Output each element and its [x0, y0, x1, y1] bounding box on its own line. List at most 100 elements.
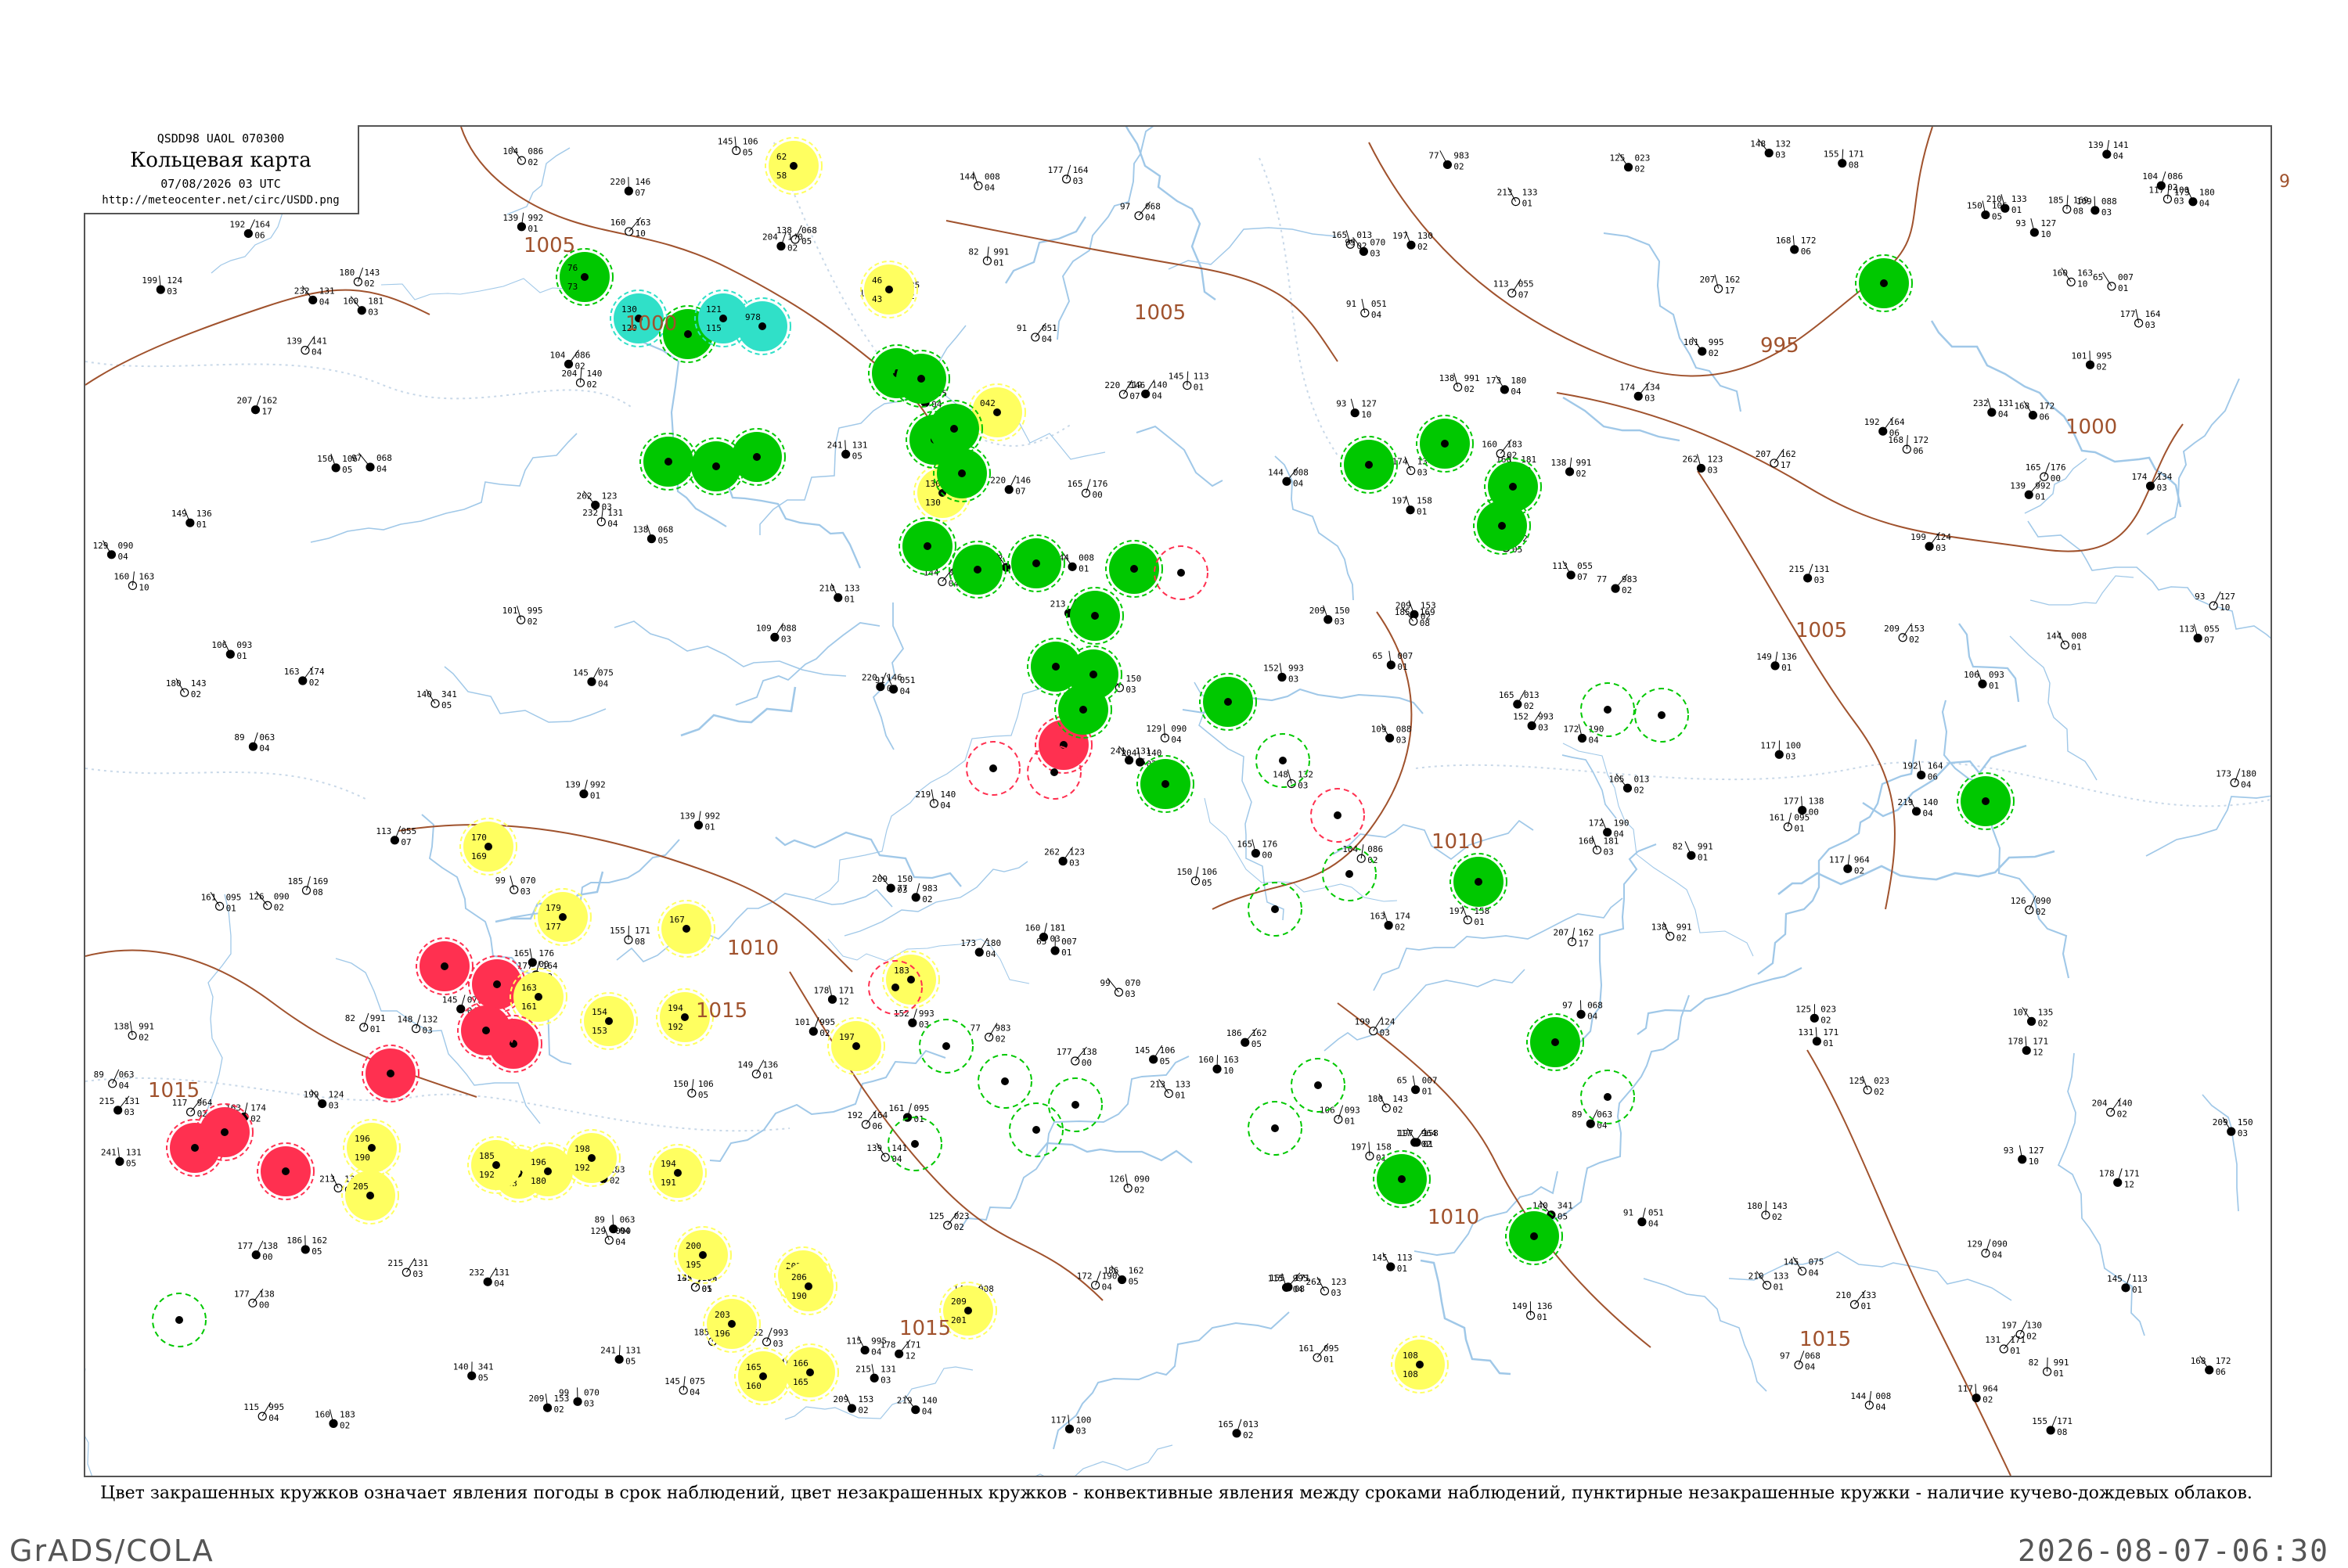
- station-model[interactable]: 7798302: [1597, 574, 1637, 595]
- station-model[interactable]: 19216406: [229, 219, 270, 240]
- station-model[interactable]: 9706804: [1562, 1000, 1603, 1021]
- station-model[interactable]: 20915003: [1309, 606, 1350, 627]
- station-model[interactable]: 11599504: [243, 1402, 284, 1423]
- station-model[interactable]: 14507504: [573, 667, 614, 689]
- station-circle-rain[interactable]: [1067, 588, 1123, 644]
- station-circle-shower_haze[interactable]: 197: [828, 1018, 884, 1074]
- station-circle-rain[interactable]: [1065, 646, 1122, 703]
- station-model[interactable]: 16016310: [1198, 1055, 1239, 1076]
- station-model[interactable]: 22014607: [610, 177, 650, 198]
- station-model[interactable]: 13999201: [2010, 480, 2051, 502]
- station-model[interactable]: 12609002: [2011, 896, 2051, 917]
- station-model[interactable]: 13117101: [1985, 1335, 2026, 1356]
- station-model[interactable]: 16817206: [2191, 1356, 2231, 1377]
- station-model[interactable]: 15517108: [2032, 1416, 2073, 1437]
- station-model[interactable]: 16109501: [201, 892, 242, 913]
- station-model[interactable]: 14510605: [718, 137, 758, 158]
- station-model[interactable]: 14400801: [2046, 631, 2087, 652]
- station-model[interactable]: 19216406: [1903, 761, 1943, 782]
- station-model[interactable]: 10408602: [550, 350, 591, 371]
- station-model[interactable]: 21914004: [1898, 797, 1939, 818]
- station-model[interactable]: 21013301: [1748, 1271, 1789, 1293]
- station-model[interactable]: 17716403: [1048, 165, 1089, 186]
- station-circle-rain[interactable]: [1341, 437, 1397, 493]
- station-circle-rain[interactable]: [1200, 674, 1256, 730]
- station-model[interactable]: 16817206: [2014, 401, 2054, 423]
- station-circle-rain[interactable]: [1417, 415, 1473, 472]
- station-model[interactable]: 14913601: [1512, 1301, 1553, 1322]
- station-circle-rain[interactable]: [1008, 535, 1064, 592]
- station-model[interactable]: 13117101: [1798, 1027, 1838, 1048]
- station-model[interactable]: 13999201: [679, 811, 720, 833]
- station-model[interactable]: 10408602: [502, 146, 543, 167]
- station-model[interactable]: 11305507: [1552, 561, 1593, 582]
- station-model[interactable]: 16016310: [113, 571, 154, 592]
- station-model[interactable]: 10609301: [1320, 1106, 1360, 1127]
- station-model[interactable]: 13899102: [113, 1021, 154, 1042]
- station-circle-rain[interactable]: [1049, 1078, 1102, 1131]
- station-model[interactable]: 17413403: [1619, 382, 1660, 403]
- station-model[interactable]: 8299101: [968, 246, 1009, 268]
- station-circle-rain[interactable]: [1291, 1059, 1345, 1112]
- station-model[interactable]: 11305507: [2179, 624, 2220, 645]
- station-model[interactable]: 20915003: [2213, 1117, 2253, 1138]
- station-model[interactable]: 9907003: [495, 876, 536, 897]
- station-model[interactable]: 9907003: [1100, 978, 1140, 999]
- station-model[interactable]: 12502302: [1795, 1004, 1836, 1025]
- station-model[interactable]: 16018302: [1482, 440, 1522, 461]
- source-url[interactable]: http://meteocenter.net/circ/USDD.png: [84, 194, 358, 207]
- station-model[interactable]: 12609002: [249, 891, 290, 912]
- station-model[interactable]: 17817112: [814, 985, 855, 1006]
- station-model[interactable]: 20716217: [1756, 449, 1796, 470]
- station-circle-rain[interactable]: [1485, 459, 1541, 515]
- station-model[interactable]: 19912403: [1355, 1017, 1395, 1038]
- station-model[interactable]: 14510605: [1135, 1045, 1176, 1066]
- station-model[interactable]: 17318004: [2216, 768, 2256, 789]
- station-model[interactable]: 11710003: [1760, 740, 1801, 761]
- station-model[interactable]: 18014302: [1747, 1201, 1788, 1222]
- station-model[interactable]: 23213104: [1973, 398, 2014, 419]
- station-model[interactable]: 19713002: [1392, 231, 1433, 252]
- station-model[interactable]: 13899102: [1439, 373, 1480, 394]
- station-model[interactable]: 14511301: [2107, 1274, 2148, 1295]
- station-model[interactable]: 17817112: [2099, 1168, 2140, 1189]
- station-model[interactable]: 14034105: [453, 1361, 494, 1383]
- station-circle-rain[interactable]: [920, 1020, 973, 1073]
- station-model[interactable]: 21513103: [387, 1258, 428, 1279]
- station-model[interactable]: 8299101: [1673, 841, 1713, 862]
- station-circle-rain[interactable]: [729, 429, 785, 485]
- station-model[interactable]: 9312710: [1336, 399, 1377, 420]
- station-model[interactable]: 20414002: [561, 369, 602, 390]
- station-model[interactable]: 9706804: [1780, 1350, 1820, 1372]
- station-model[interactable]: 23213104: [582, 508, 623, 529]
- station-model[interactable]: 16317402: [284, 667, 325, 688]
- station-model[interactable]: 24113105: [827, 441, 868, 462]
- station-model[interactable]: 18616205: [1226, 1028, 1267, 1049]
- station-circle-rain[interactable]: [899, 518, 956, 574]
- station-model[interactable]: 24113105: [101, 1147, 142, 1168]
- station-model[interactable]: 7798302: [971, 1023, 1011, 1044]
- station-circle-shower_haze[interactable]: 194191: [650, 1145, 706, 1201]
- station-model[interactable]: 16501302: [1499, 690, 1540, 711]
- station-model[interactable]: 11796402: [1829, 854, 1870, 876]
- station-model[interactable]: 16016310: [610, 218, 651, 239]
- station-model[interactable]: 19912403: [304, 1090, 344, 1111]
- station-model[interactable]: 26212303: [1683, 454, 1723, 475]
- station-circle-rain[interactable]: [1010, 1103, 1063, 1156]
- station-model[interactable]: 6500701: [2093, 272, 2134, 293]
- station-model[interactable]: 9105104: [1017, 323, 1057, 344]
- station-circle-rain[interactable]: [153, 1293, 206, 1347]
- station-model[interactable]: 7798302: [1428, 150, 1469, 171]
- station-model[interactable]: 15517108: [1824, 149, 1864, 171]
- station-model[interactable]: 8299101: [2029, 1358, 2069, 1379]
- station-model[interactable]: 14813203: [1750, 139, 1791, 160]
- station-circle-shower_haze[interactable]: 170169: [460, 818, 517, 875]
- station-model[interactable]: 14511301: [1372, 1253, 1413, 1274]
- station-model[interactable]: 19216406: [847, 1110, 888, 1131]
- station-model[interactable]: 21513103: [855, 1364, 896, 1385]
- station-model[interactable]: 21513103: [1789, 564, 1830, 585]
- station-model[interactable]: 9105104: [1623, 1208, 1664, 1229]
- station-model[interactable]: 11796402: [1957, 1384, 1998, 1405]
- station-model[interactable]: 19912403: [142, 275, 182, 297]
- station-model[interactable]: 21013301: [1836, 1290, 1877, 1311]
